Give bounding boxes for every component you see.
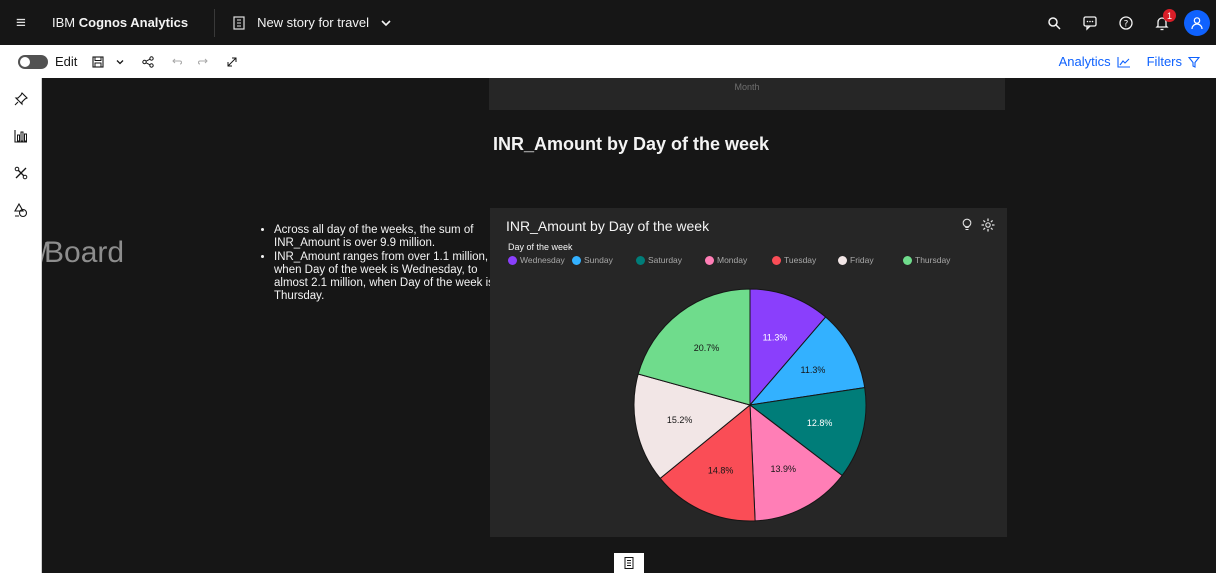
chevron-down-icon[interactable] <box>379 16 393 30</box>
user-avatar[interactable] <box>1184 9 1210 36</box>
line-chart-icon <box>1117 56 1130 68</box>
app-header: ≡ IBM Cognos Analytics New story for tra… <box>0 0 1216 45</box>
share-icon[interactable] <box>141 55 155 69</box>
story-icon <box>231 15 247 31</box>
analytics-button[interactable]: Analytics <box>1059 54 1131 69</box>
svg-text:?: ? <box>1124 19 1129 29</box>
analytics-label: Analytics <box>1058 54 1111 69</box>
board-title-fragment: Board <box>44 236 125 269</box>
bell-icon[interactable]: 1 <box>1144 0 1180 45</box>
pie-data-label: 20.7% <box>694 343 720 353</box>
shapes-icon[interactable] <box>0 191 42 228</box>
filters-button[interactable]: Filters <box>1147 54 1200 69</box>
pie-data-label: 11.3% <box>800 365 825 375</box>
axis-label: Month <box>734 82 760 92</box>
pin-icon[interactable] <box>0 80 42 117</box>
page-tab[interactable] <box>614 553 644 573</box>
header-actions: ? 1 <box>1036 0 1216 45</box>
brand-name: Cognos Analytics <box>78 15 189 30</box>
chevron-down-icon[interactable] <box>113 55 127 69</box>
document-icon <box>624 557 634 569</box>
expand-icon[interactable] <box>225 55 239 69</box>
insight-item: Across all day of the weeks, the sum of … <box>274 224 494 251</box>
save-icon[interactable] <box>91 55 105 69</box>
tools-icon[interactable] <box>0 154 42 191</box>
search-icon[interactable] <box>1036 0 1072 45</box>
story-canvas: Month Board Across all day of the weeks,… <box>42 78 1216 573</box>
pie-data-label: 14.8% <box>708 466 734 476</box>
filters-label: Filters <box>1146 54 1182 69</box>
pie-data-label: 12.8% <box>807 418 833 428</box>
pie-chart-card[interactable]: INR_Amount by Day of the week Day of the… <box>490 208 1007 537</box>
filter-icon <box>1188 56 1200 68</box>
story-title[interactable]: New story for travel <box>257 15 369 30</box>
redo-icon[interactable] <box>197 55 211 69</box>
section-title: INR_Amount by Day of the week <box>493 134 770 154</box>
pie-data-label: 15.2% <box>667 415 693 425</box>
undo-icon[interactable] <box>169 55 183 69</box>
hamburger-menu-icon[interactable]: ≡ <box>0 0 42 45</box>
bar-chart-icon[interactable] <box>0 117 42 154</box>
pie-data-label: 13.9% <box>770 464 796 474</box>
edit-label: Edit <box>55 54 78 69</box>
insights-list: Across all day of the weeks, the sum of … <box>260 224 494 304</box>
brand-prefix: IBM <box>52 15 79 30</box>
help-icon[interactable]: ? <box>1108 0 1144 45</box>
chat-icon[interactable] <box>1072 0 1108 45</box>
pie-data-label: 11.3% <box>763 333 788 343</box>
edit-toggle[interactable] <box>18 54 48 69</box>
previous-chart-card[interactable]: Month <box>489 78 1005 110</box>
toolbar-right: Analytics Filters <box>1059 45 1216 78</box>
story-toolbar: Edit Analytics Filters <box>0 45 1216 78</box>
product-name: IBM Cognos Analytics <box>52 15 188 30</box>
notification-badge: 1 <box>1163 9 1176 22</box>
insight-item: INR_Amount ranges from over 1.1 million,… <box>274 251 494 304</box>
user-icon <box>1191 16 1203 29</box>
header-divider <box>214 8 216 37</box>
pie-chart: 11.3% 11.3% 12.8% 13.9% 14.8% 15.2% 20.7% <box>633 288 867 522</box>
left-rail <box>0 78 42 573</box>
